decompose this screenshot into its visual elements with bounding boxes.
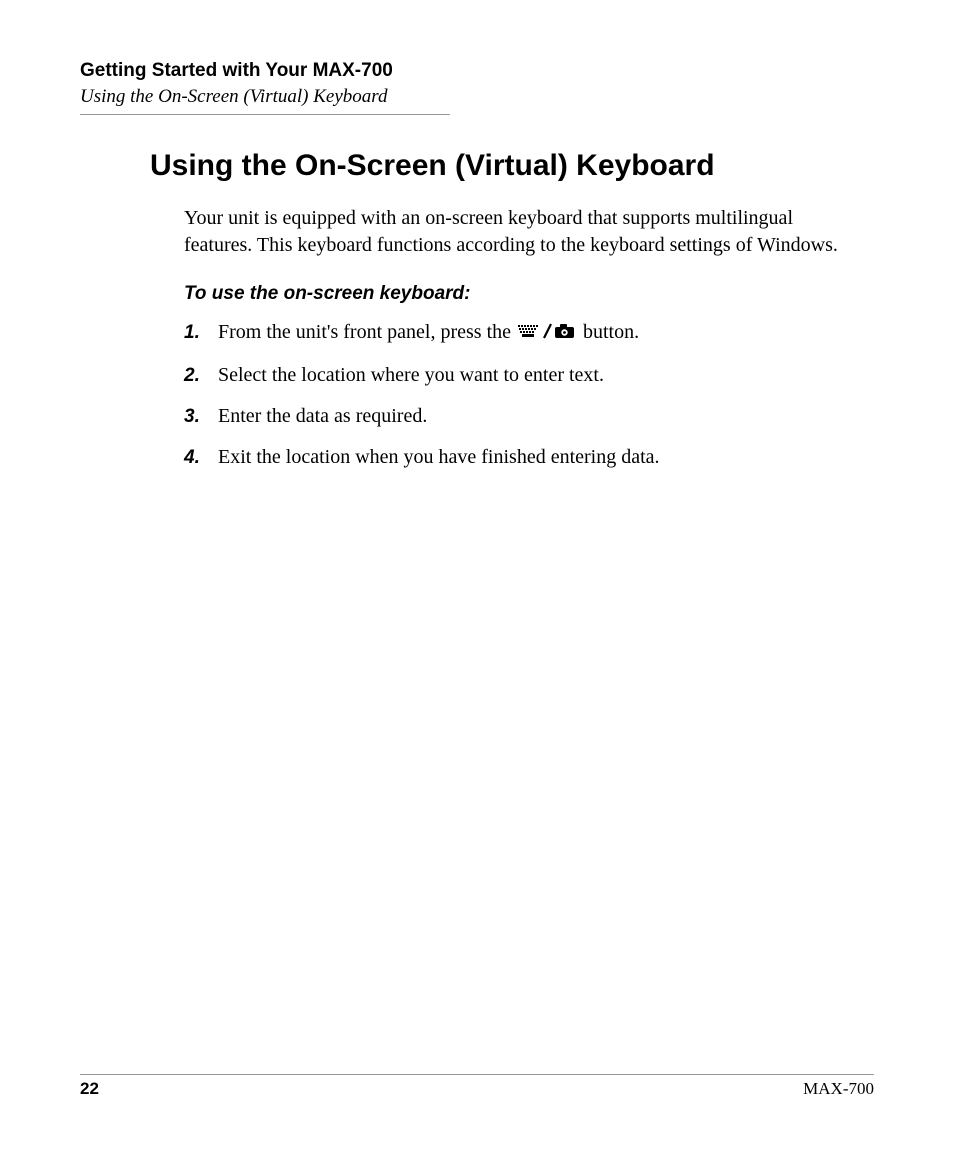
step-text: Enter the data as required. bbox=[218, 403, 844, 430]
step-text: From the unit's front panel, press the bbox=[218, 319, 844, 348]
step-number: 4. bbox=[184, 445, 218, 471]
procedure-heading: To use the on-screen keyboard: bbox=[184, 283, 844, 305]
keyboard-camera-button-icon bbox=[518, 321, 576, 348]
intro-paragraph: Your unit is equipped with an on-screen … bbox=[184, 205, 844, 259]
footer-rule bbox=[80, 1074, 874, 1075]
footer-model: MAX-700 bbox=[803, 1079, 874, 1099]
step-text: Select the location where you want to en… bbox=[218, 362, 844, 389]
procedure-steps: 1. From the unit's front panel, press th… bbox=[184, 319, 844, 471]
step-number: 3. bbox=[184, 404, 218, 430]
step-4: 4. Exit the location when you have finis… bbox=[184, 444, 844, 471]
running-head-section: Using the On-Screen (Virtual) Keyboard bbox=[80, 86, 874, 108]
page: Getting Started with Your MAX-700 Using … bbox=[0, 0, 954, 1159]
header-rule bbox=[80, 114, 450, 115]
step-1: 1. From the unit's front panel, press th… bbox=[184, 319, 844, 348]
page-title: Using the On-Screen (Virtual) Keyboard bbox=[150, 149, 844, 183]
running-head-chapter: Getting Started with Your MAX-700 bbox=[80, 60, 874, 82]
step-text: Exit the location when you have finished… bbox=[218, 444, 844, 471]
main-content: Using the On-Screen (Virtual) Keyboard Y… bbox=[150, 149, 844, 471]
step-1-after: button. bbox=[583, 321, 639, 343]
step-number: 1. bbox=[184, 320, 218, 346]
page-number: 22 bbox=[80, 1079, 99, 1099]
step-number: 2. bbox=[184, 363, 218, 389]
step-1-before: From the unit's front panel, press the bbox=[218, 321, 516, 343]
step-2: 2. Select the location where you want to… bbox=[184, 362, 844, 389]
step-3: 3. Enter the data as required. bbox=[184, 403, 844, 430]
page-footer: 22 MAX-700 bbox=[80, 1074, 874, 1099]
